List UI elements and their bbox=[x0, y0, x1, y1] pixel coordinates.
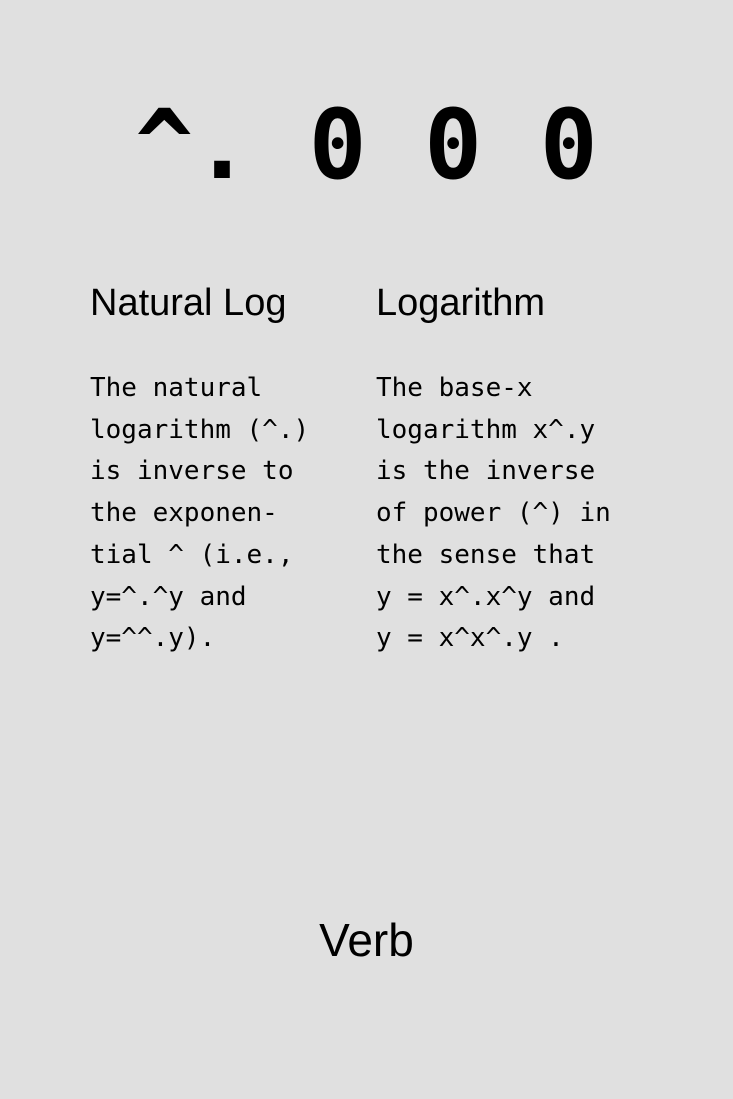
monad-heading: Natural Log bbox=[90, 282, 287, 324]
dyad-section: Logarithm The base-x logarithm x^.y is t… bbox=[376, 280, 666, 660]
dyad-description: The base-x logarithm x^.y is the inverse… bbox=[376, 373, 611, 654]
primitive-glyph: ^. 0 0 0 bbox=[135, 89, 598, 201]
part-of-speech-label: Verb bbox=[319, 914, 414, 966]
monad-description: The natural logarithm (^.) is inverse to… bbox=[90, 373, 310, 654]
dyad-heading: Logarithm bbox=[376, 282, 545, 324]
monad-section: Natural Log The natural logarithm (^.) i… bbox=[90, 280, 360, 660]
